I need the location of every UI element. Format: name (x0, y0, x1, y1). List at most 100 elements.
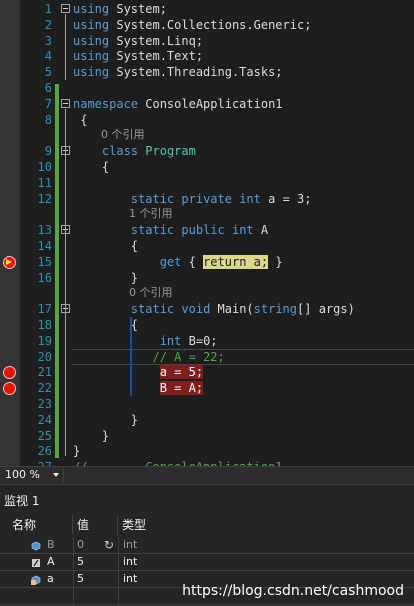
watch-value[interactable]: 0 (77, 537, 84, 553)
breakpoint-icon[interactable] (3, 382, 16, 396)
line-number: 19 (37, 333, 52, 348)
zoom-level: 100 % (5, 468, 40, 481)
reference-count-lens[interactable]: 1 个引用 (129, 206, 173, 222)
code-text: using System.Threading.Tasks; (73, 64, 283, 80)
code-line: 4 using System.Text; (0, 48, 414, 64)
private-field-icon (31, 574, 41, 585)
code-text: static void Main(string[] args) (73, 301, 355, 317)
code-text: // ConsoleApplication1 (73, 459, 283, 466)
code-token: Main( (210, 302, 254, 317)
fold-outline (65, 14, 66, 81)
code-token: } (73, 428, 110, 443)
code-token: System.Collections.Generic; (109, 17, 312, 32)
watch-row[interactable]: A 5 int (0, 554, 414, 571)
code-token: A (253, 223, 269, 238)
line-number: 7 (44, 96, 52, 111)
code-line: 3 using System.Linq; (0, 33, 414, 49)
code-line: 21 a = 5; (0, 364, 414, 380)
code-line: 23 (0, 396, 414, 412)
watch-name[interactable]: A (47, 554, 55, 570)
line-number: 4 (44, 49, 52, 64)
code-line: 5 using System.Threading.Tasks; (0, 64, 414, 80)
watch-window: 监视 1 名称 值 类型 B 0 ↻ int A 5 int a 5 int https://bl… (0, 484, 414, 606)
line-number: 3 (44, 33, 52, 48)
codelens-row: 1 个引用 (0, 206, 414, 222)
reference-count-lens[interactable]: 0 个引用 (101, 127, 145, 143)
watch-type: int (123, 538, 138, 551)
code-token: { (73, 239, 139, 253)
reference-count-lens[interactable]: 0 个引用 (129, 285, 173, 301)
line-number: 5 (44, 65, 52, 80)
line-number: 23 (37, 397, 52, 411)
code-line: 25 } (0, 428, 414, 444)
code-editor[interactable]: 1 using System; 2 using System.Collections.… (0, 0, 414, 466)
code-text: int B=0; (73, 333, 218, 349)
code-text: class Program (73, 143, 196, 159)
code-text: } (73, 270, 138, 286)
code-token: } (73, 412, 139, 427)
code-text: using System.Linq; (73, 33, 203, 49)
watch-value[interactable]: 5 (77, 571, 84, 587)
breakpoint-icon[interactable] (3, 366, 16, 380)
line-number: 21 (37, 365, 52, 380)
code-token: } (73, 270, 139, 285)
column-divider (118, 554, 119, 571)
code-line: 15 get { return a; } (0, 254, 414, 270)
code-text: { (73, 317, 138, 333)
current-statement: return a; (203, 254, 269, 269)
line-number: 14 (37, 239, 52, 253)
code-text: static public int A (73, 222, 268, 238)
watch-name[interactable]: B (47, 537, 55, 553)
line-number: 26 (37, 444, 52, 459)
code-token: B=0; (181, 333, 218, 348)
breakpoint-statement: B = A; (159, 381, 204, 396)
line-number: 6 (44, 81, 52, 95)
zoom-dropdown[interactable]: 100 % (2, 467, 64, 483)
watch-type: int (123, 572, 138, 585)
watch-value[interactable]: 5 (77, 554, 84, 570)
code-line: 12 static private int a = 3; (0, 191, 414, 207)
watermark: https://blog.csdn.net/cashmood (182, 583, 404, 599)
column-header-value[interactable]: 值 (73, 515, 118, 535)
column-header-name[interactable]: 名称 (8, 515, 73, 535)
keyword-token: namespace (73, 96, 139, 111)
keyword-token: static (130, 302, 175, 317)
column-divider (118, 537, 119, 554)
code-token: [] args) (297, 302, 355, 317)
column-divider (118, 588, 119, 605)
scope-indicator (130, 317, 132, 396)
collapse-icon[interactable] (61, 4, 70, 13)
code-token: } (73, 444, 81, 459)
watch-name[interactable]: a (47, 571, 54, 587)
column-divider (118, 571, 119, 588)
code-line: 20 // A = 22; (0, 348, 414, 365)
code-text: { (73, 238, 138, 254)
keyword-token: int (231, 223, 254, 238)
column-divider (73, 571, 74, 588)
code-line: 1 using System; (0, 1, 414, 17)
code-token: System.Linq; (109, 33, 204, 48)
watch-row[interactable]: B 0 ↻ int (0, 537, 414, 554)
code-token: { (73, 318, 139, 332)
comment-token: // A = 22; (152, 349, 225, 364)
keyword-token: private (181, 191, 232, 206)
code-token: ConsoleApplication1 (138, 96, 283, 111)
line-number: 12 (37, 191, 52, 206)
breakpoint-current-icon[interactable] (3, 255, 16, 269)
refresh-icon[interactable]: ↻ (104, 537, 114, 553)
keyword-token: using (73, 65, 110, 80)
code-line: 14 { (0, 238, 414, 254)
code-text: } (73, 443, 80, 459)
line-number: 27 (20, 459, 52, 466)
collapse-icon[interactable] (61, 98, 70, 108)
watch-window-title[interactable]: 监视 1 (4, 493, 39, 509)
code-token: { (181, 254, 204, 269)
column-header-type[interactable]: 类型 (118, 515, 414, 535)
code-line: 24 } (0, 412, 414, 428)
